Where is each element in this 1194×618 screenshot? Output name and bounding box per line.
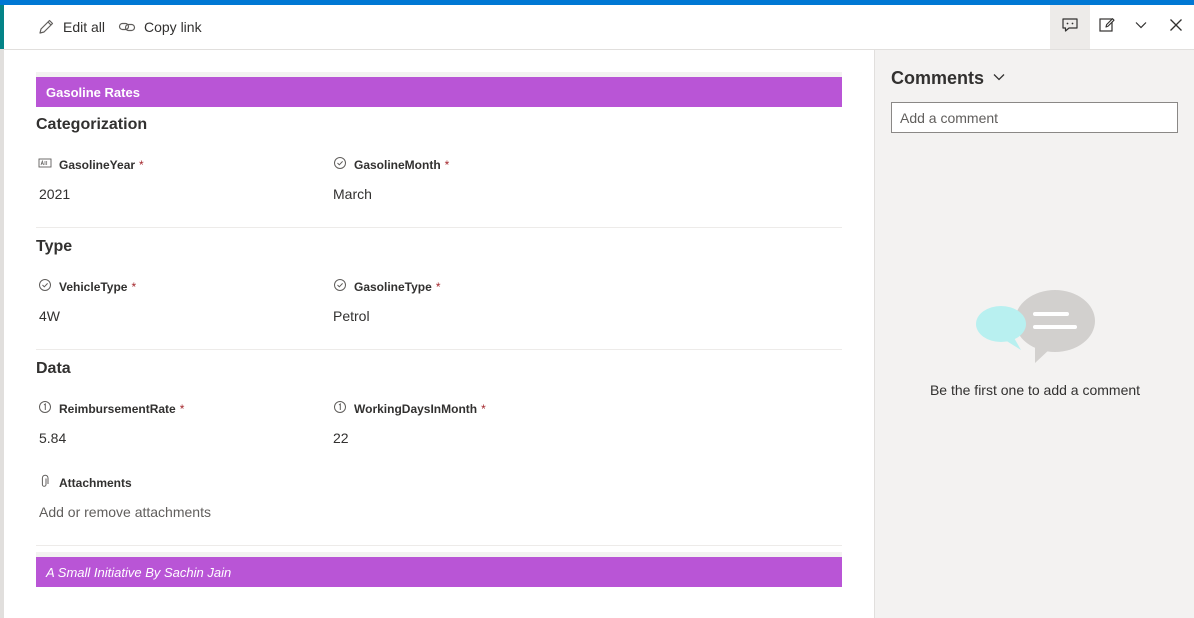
comment-bubbles-icon: [975, 290, 1097, 369]
edit-all-label: Edit all: [63, 19, 106, 35]
required-marker: *: [435, 279, 441, 294]
number-icon: [333, 400, 347, 417]
gasoline-type-value[interactable]: Petrol: [333, 308, 370, 324]
field-label-vehicle-type: VehicleType *: [38, 278, 136, 295]
vehicle-type-value[interactable]: 4W: [39, 308, 60, 324]
text-field-icon: [38, 156, 52, 173]
attachments-label: Attachments: [59, 475, 132, 490]
working-days-label: WorkingDaysInMonth: [354, 401, 478, 416]
required-marker: *: [481, 401, 486, 416]
section-title-type: Type: [36, 238, 73, 255]
section-divider: [36, 545, 842, 546]
comments-empty-message: Be the first one to add a comment: [929, 382, 1141, 398]
gasoline-year-label: GasolineYear: [59, 157, 136, 172]
working-days-value[interactable]: 22: [333, 430, 349, 446]
vehicle-type-label: VehicleType: [59, 279, 128, 294]
field-label-gasoline-type: GasolineType *: [333, 278, 440, 295]
link-icon: [118, 18, 136, 36]
close-button[interactable]: [1158, 5, 1194, 49]
paperclip-icon: [38, 474, 52, 491]
gasoline-month-value[interactable]: March: [333, 186, 372, 202]
command-bar: Edit all Copy link: [4, 5, 1194, 50]
number-icon: [38, 400, 52, 417]
edit-form-icon: [1098, 16, 1116, 39]
field-label-working-days: WorkingDaysInMonth *: [333, 400, 486, 417]
field-label-attachments: Attachments: [38, 474, 132, 491]
gasoline-type-label: GasolineType: [354, 279, 432, 294]
copy-link-button[interactable]: Copy link: [118, 5, 202, 49]
required-marker: *: [179, 401, 185, 416]
chevron-down-icon: [992, 68, 1006, 89]
comments-title: Comments: [891, 68, 985, 88]
gasoline-month-label: GasolineMonth: [354, 157, 441, 172]
section-divider: [36, 349, 842, 350]
comments-header-button[interactable]: Comments: [891, 68, 1006, 89]
form-header: Gasoline Rates: [36, 72, 842, 107]
pane-controls: [1050, 5, 1194, 49]
form-footer: A Small Initiative By Sachin Jain: [36, 552, 842, 587]
comment-icon: [1061, 16, 1079, 39]
section-title-categorization: Categorization: [36, 116, 148, 133]
comments-toggle-button[interactable]: [1050, 5, 1090, 49]
choice-icon: [333, 156, 347, 173]
form-footer-text: A Small Initiative By Sachin Jain: [46, 565, 232, 580]
choice-icon: [38, 278, 52, 295]
required-marker: *: [139, 157, 144, 172]
edit-form-button[interactable]: [1090, 5, 1124, 49]
choice-icon: [333, 278, 347, 295]
field-label-reimbursement-rate: ReimbursementRate *: [38, 400, 184, 417]
reimbursement-rate-label: ReimbursementRate: [59, 401, 176, 416]
section-divider: [36, 227, 842, 228]
item-form: Gasoline Rates Categorization GasolineYe…: [4, 50, 874, 618]
add-remove-attachments-link[interactable]: Add or remove attachments: [39, 504, 211, 520]
gasoline-year-value[interactable]: 2021: [39, 186, 70, 202]
more-options-button[interactable]: [1124, 5, 1158, 49]
form-header-title: Gasoline Rates: [46, 85, 140, 100]
reimbursement-rate-value[interactable]: 5.84: [39, 430, 66, 446]
pencil-icon: [37, 18, 55, 36]
field-label-gasoline-month: GasolineMonth *: [333, 156, 449, 173]
close-icon: [1169, 18, 1183, 37]
add-comment-input[interactable]: [891, 102, 1178, 133]
copy-link-label: Copy link: [144, 19, 202, 35]
field-label-gasoline-year: GasolineYear *: [38, 156, 144, 173]
comments-pane: Comments Be the first one to add a comme…: [874, 50, 1194, 618]
section-title-data: Data: [36, 360, 71, 377]
required-marker: *: [131, 279, 137, 294]
required-marker: *: [444, 157, 450, 172]
edit-all-button[interactable]: Edit all: [37, 5, 105, 49]
chevron-down-icon: [1134, 18, 1148, 37]
